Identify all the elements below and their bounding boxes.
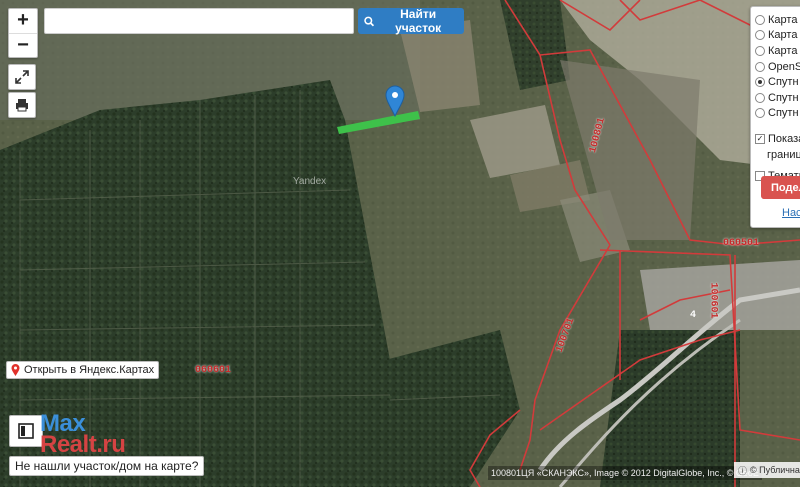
copyright-notice: ⓘ © Публична: [734, 462, 800, 478]
yandex-watermark: Yandex: [293, 176, 327, 187]
radio-icon: [755, 30, 765, 41]
cadastral-label: 4: [690, 310, 697, 321]
search-button-label: Найти участок: [395, 7, 442, 35]
open-yandex-maps-label: Открыть в Яндекс.Картах: [24, 364, 155, 376]
logo: Max Realt.ru: [40, 410, 126, 458]
not-found-link[interactable]: Не нашли участок/дом на карте?: [9, 456, 205, 476]
layer-option[interactable]: Спутн: [751, 106, 800, 122]
map-pin-icon: [11, 364, 20, 376]
layer-option[interactable]: Карта: [751, 43, 800, 59]
expand-icon: [15, 70, 29, 84]
info-icon: ⓘ: [738, 465, 748, 476]
search-input[interactable]: [44, 8, 354, 34]
show-borders-label: границ: [767, 148, 800, 161]
cadastral-label: 060601: [195, 365, 232, 376]
map-attribution: 100801ЦЯ «СКАНЭКС», Image © 2012 Digital…: [488, 466, 762, 480]
radio-icon: [755, 45, 765, 56]
radio-icon: [755, 14, 765, 25]
radio-icon: [755, 108, 765, 119]
layer-option[interactable]: Карта: [751, 12, 800, 28]
search-icon: [364, 16, 375, 26]
radio-icon: [755, 92, 765, 103]
checkbox-checked-icon: ✓: [755, 133, 765, 144]
layer-option[interactable]: Спутн: [751, 90, 800, 106]
radio-selected-icon: [755, 77, 765, 88]
zoom-control: + −: [8, 8, 38, 58]
toggle-panel-button[interactable]: [9, 415, 43, 447]
print-icon: [16, 99, 28, 112]
search-button[interactable]: Найти участок: [358, 7, 464, 35]
cadastral-label: 060501: [723, 238, 760, 249]
settings-link[interactable]: Наст: [782, 207, 800, 219]
panel-icon: [18, 423, 34, 439]
layer-option[interactable]: Карта: [751, 28, 800, 44]
layer-option-selected[interactable]: Спутн: [751, 74, 800, 90]
cadastral-label: 100601: [707, 282, 719, 319]
radio-icon: [755, 61, 765, 72]
open-yandex-maps-link[interactable]: Открыть в Яндекс.Картах: [6, 361, 160, 379]
print-button[interactable]: [8, 92, 36, 118]
zoom-out-button[interactable]: −: [9, 34, 37, 58]
share-button[interactable]: Подель: [761, 176, 800, 199]
zoom-in-button[interactable]: +: [9, 9, 37, 34]
show-borders-checkbox[interactable]: ✓Показат: [751, 131, 800, 147]
fullscreen-button[interactable]: [8, 64, 36, 90]
layer-option[interactable]: OpenS: [751, 59, 800, 75]
